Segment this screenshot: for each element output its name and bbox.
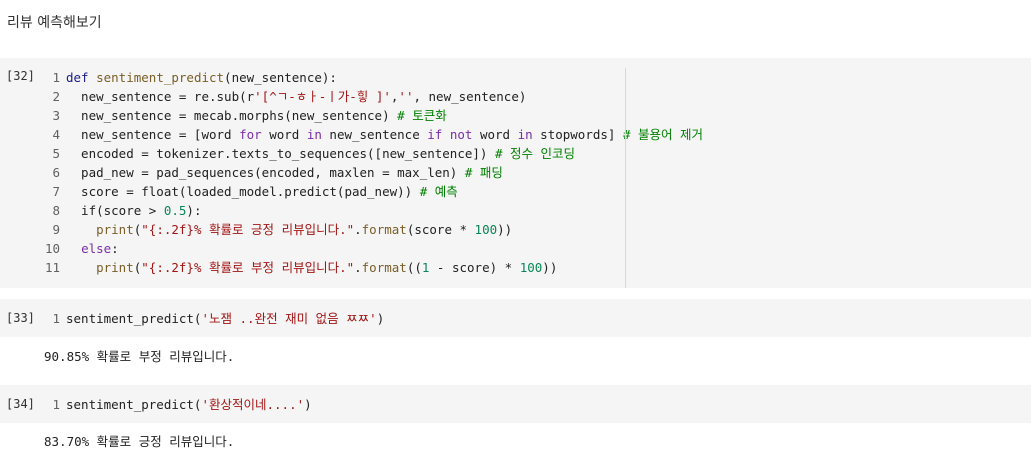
code-token: in: [517, 127, 533, 142]
code-token: # 불용어 제거: [622, 127, 704, 142]
code-token: (: [133, 260, 142, 275]
cell-output-33: 90.85% 확률로 부정 리뷰입니다.: [44, 349, 235, 364]
code-token: '[^ㄱ-ㅎㅏ-ㅣ가-힣 ]': [254, 89, 391, 104]
code-token: new_sentence = [word: [66, 127, 240, 142]
line-number: 6: [52, 165, 60, 180]
code-token: (: [133, 222, 142, 237]
code-token: 100: [474, 222, 498, 237]
code-token: (new_sentence):: [224, 70, 337, 85]
code-token: (score *: [406, 222, 475, 237]
code-token: def: [66, 70, 97, 85]
code-token: '환상적이네....': [201, 397, 305, 412]
code-token: if(score >: [66, 203, 164, 218]
code-token: :: [111, 241, 119, 256]
code-token: )): [542, 260, 558, 275]
cell-output-34: 83.70% 확률로 긍정 리뷰입니다.: [44, 434, 235, 449]
code-token: '': [398, 89, 414, 104]
code-line[interactable]: 7 score = float(loaded_model.predict(pad…: [40, 182, 703, 201]
code-token: sentiment_predict(: [66, 311, 202, 326]
code-line[interactable]: 4 new_sentence = [word for word in new_s…: [40, 125, 703, 144]
execution-count: [32]: [6, 69, 35, 83]
code-line[interactable]: 2 new_sentence = re.sub(r '[^ㄱ-ㅎㅏ-ㅣ가-힣 ]'…: [40, 87, 703, 106]
code-token: )): [497, 222, 513, 237]
code-token: "{:.2f}% 확률로 긍정 리뷰입니다.": [141, 222, 355, 237]
ruler-line: [625, 68, 626, 288]
section-heading: 리뷰 예측해보기: [7, 15, 102, 31]
code-token: word: [472, 127, 518, 142]
code-token: , new_sentence): [413, 89, 527, 104]
code-token: print: [96, 222, 134, 237]
code-token: stopwords]: [532, 127, 623, 142]
execution-count: [34]: [6, 397, 35, 411]
line-number: 2: [52, 89, 60, 104]
code-line[interactable]: 1 def sentiment_predict (new_sentence):: [40, 68, 703, 87]
code-token: # 토큰화: [397, 108, 447, 123]
code-token: # 패딩: [464, 165, 503, 180]
code-editor[interactable]: 1 sentiment_predict('환상적이네....'): [40, 395, 312, 414]
code-token: - score) *: [429, 260, 520, 275]
code-token: format: [361, 260, 407, 275]
code-token: ): [304, 397, 312, 412]
code-editor[interactable]: 1 def sentiment_predict (new_sentence): 2 n…: [40, 68, 703, 277]
code-line[interactable]: 10 else:: [40, 239, 703, 258]
line-number: 10: [44, 241, 60, 256]
line-number: 4: [52, 127, 60, 142]
code-token: else: [81, 241, 112, 256]
code-token: for: [239, 127, 262, 142]
line-number: 5: [52, 146, 60, 161]
execution-count: [33]: [6, 311, 35, 325]
code-token: "{:.2f}% 확률로 부정 리뷰입니다.": [141, 260, 355, 275]
code-token: score = float(loaded_model.predict(pad_n…: [66, 184, 420, 199]
code-token: # 정수 인코딩: [494, 146, 576, 161]
code-line[interactable]: 5 encoded = tokenizer.texts_to_sequences…: [40, 144, 703, 163]
line-number: 7: [52, 184, 60, 199]
code-token: ): [376, 311, 385, 326]
code-cell-33[interactable]: [33] 1 sentiment_predict('노잼 ..완전 재미 없음 ㅉ…: [0, 299, 1031, 337]
code-token: 0.5: [163, 203, 187, 218]
code-token: sentiment_predict: [96, 70, 225, 85]
code-token: encoded = tokenizer.texts_to_sequences([…: [66, 146, 495, 161]
code-editor[interactable]: 1 sentiment_predict('노잼 ..완전 재미 없음 ㅉㅉ'): [40, 309, 384, 328]
code-token: word: [261, 127, 307, 142]
code-token: in: [306, 127, 322, 142]
line-number: 3: [52, 108, 60, 123]
code-token: 100: [519, 260, 543, 275]
code-token: if: [427, 127, 443, 142]
code-token: format: [361, 222, 407, 237]
code-token: .: [354, 222, 362, 237]
code-token: ((: [406, 260, 422, 275]
code-token: '노잼 ..완전 재미 없음 ㅉㅉ': [201, 311, 377, 326]
code-line[interactable]: 1 sentiment_predict('환상적이네....'): [40, 395, 312, 414]
line-number: 11: [44, 260, 60, 275]
code-line[interactable]: 9 print("{:.2f}% 확률로 긍정 리뷰입니다.". format (s…: [40, 220, 703, 239]
line-number: 9: [52, 222, 60, 237]
code-token: not: [449, 127, 473, 142]
code-cell-32[interactable]: [32] 1 def sentiment_predict (new_sentence…: [0, 58, 1031, 288]
line-number: 1: [52, 397, 60, 412]
code-token: 1: [421, 260, 430, 275]
code-line[interactable]: 8 if(score > 0.5):: [40, 201, 703, 220]
code-token: new_sentence: [321, 127, 428, 142]
code-line[interactable]: 11 print("{:.2f}% 확률로 부정 리뷰입니다.". format(…: [40, 258, 703, 277]
code-line[interactable]: 3 new_sentence = mecab.morphs(new_senten…: [40, 106, 703, 125]
line-number: 1: [52, 311, 60, 326]
code-line[interactable]: 6 pad_new = pad_sequences(encoded, maxle…: [40, 163, 703, 182]
code-token: pad_new = pad_sequences(encoded, maxlen …: [66, 165, 465, 180]
code-token: .: [354, 260, 362, 275]
code-token: new_sentence = mecab.morphs(new_sentence…: [66, 108, 398, 123]
code-token: ):: [186, 203, 202, 218]
code-token: print: [96, 260, 134, 275]
code-token: sentiment_predict(: [66, 397, 202, 412]
code-token: # 예측: [419, 184, 458, 199]
line-number: 1: [52, 70, 60, 85]
code-token: ,: [390, 89, 399, 104]
code-line[interactable]: 1 sentiment_predict('노잼 ..완전 재미 없음 ㅉㅉ'): [40, 309, 384, 328]
code-cell-34[interactable]: [34] 1 sentiment_predict('환상적이네....'): [0, 385, 1031, 423]
code-token: new_sentence = re.sub(r: [66, 89, 255, 104]
line-number: 8: [52, 203, 60, 218]
